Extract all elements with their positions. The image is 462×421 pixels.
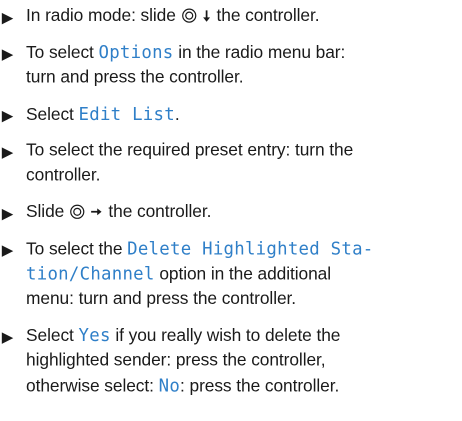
step-text: Select — [26, 326, 79, 346]
menu-term-edit-list: Edit List — [78, 103, 175, 125]
step-text: otherwise select: — [26, 376, 159, 396]
bullet-icon: ▶ — [1, 46, 14, 63]
bullet-icon: ▶ — [1, 9, 14, 27]
step-text: option in the additional — [154, 264, 331, 284]
step-text: Select — [26, 105, 79, 125]
step-text: if you really wish to delete the — [110, 326, 341, 346]
step-text: highlighted sender: press the controller… — [26, 350, 326, 370]
step-text: the controller. — [211, 6, 320, 26]
step-text: Slide — [26, 202, 69, 222]
step-6-line-1: To select the Delete Highlighted Sta- — [26, 238, 373, 260]
right-arrow-icon — [91, 204, 103, 225]
step-3-line-1: Select Edit List. — [26, 103, 180, 125]
step-6-line-2: tion/Channel option in the additional — [26, 263, 331, 285]
step-4-line-2: controller. — [26, 165, 100, 186]
controller-symbol-icon — [70, 204, 89, 225]
step-5-line-1: Slide the controller. — [26, 201, 211, 224]
step-text: controller. — [26, 165, 101, 185]
menu-term-no: No — [158, 374, 181, 396]
step-text: turn and press the controller. — [26, 67, 244, 87]
down-arrow-icon — [202, 8, 211, 29]
bullet-icon: ▶ — [1, 144, 14, 161]
menu-term-options: Options — [98, 41, 174, 63]
step-text: : press the controller. — [180, 376, 340, 396]
step-text: To select — [26, 43, 99, 63]
menu-term-delete-highlighted-cont: tion/Channel — [26, 263, 155, 284]
bullet-icon: ▶ — [1, 242, 14, 259]
menu-term-delete-highlighted: Delete Highlighted Sta- — [127, 237, 374, 259]
step-text: menu: turn and press the controller. — [26, 289, 297, 309]
step-2-line-1: To select Options in the radio menu bar: — [26, 42, 345, 64]
bullet-icon: ▶ — [1, 107, 14, 125]
step-6-line-3: menu: turn and press the controller. — [26, 288, 296, 309]
bullet-icon: ▶ — [1, 328, 14, 346]
step-text: To select the required preset entry: tur… — [26, 140, 354, 160]
step-4-line-1: To select the required preset entry: tur… — [26, 140, 353, 161]
step-7-line-2: highlighted sender: press the controller… — [26, 350, 326, 371]
controller-symbol-icon — [181, 8, 200, 29]
step-7-line-3: otherwise select: No: press the controll… — [26, 375, 339, 397]
step-text: the controller. — [103, 202, 212, 222]
step-text: in the radio menu bar: — [173, 43, 346, 63]
menu-term-yes: Yes — [78, 324, 111, 346]
step-text: To select the — [26, 239, 128, 259]
step-text: In radio mode: slide — [26, 6, 181, 26]
bullet-icon: ▶ — [1, 205, 14, 223]
step-1-line-1: In radio mode: slide the controller. — [26, 5, 320, 29]
step-text: . — [174, 105, 180, 125]
step-7-line-1: Select Yes if you really wish to delete … — [26, 325, 340, 347]
step-2-line-2: turn and press the controller. — [26, 67, 244, 88]
